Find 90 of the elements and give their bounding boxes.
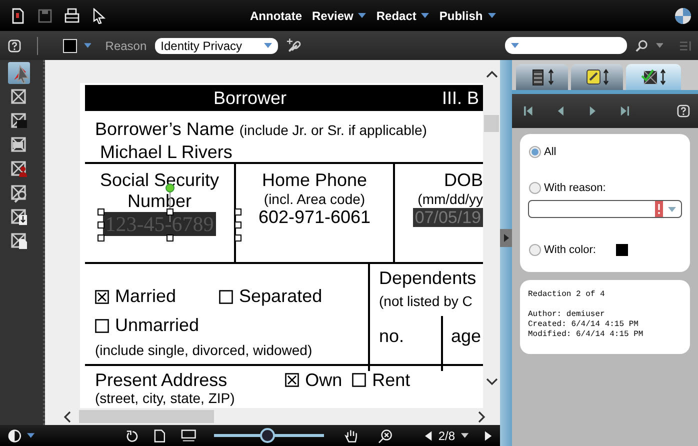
info-line: Created: 6/4/14 4:15 PM xyxy=(528,320,640,330)
checked-box-icon[interactable] xyxy=(285,373,300,387)
menu-item[interactable]: Review xyxy=(312,8,366,22)
reason-dropdown[interactable] xyxy=(528,200,682,218)
menu-item[interactable]: Redact xyxy=(376,8,430,22)
field-label: DOB xyxy=(444,170,483,191)
field-hint: (street, city, state, ZIP) xyxy=(94,391,236,406)
help-icon[interactable] xyxy=(8,38,21,52)
filter-label: With color: xyxy=(544,244,596,256)
field-value: Michael L Rivers xyxy=(100,142,232,162)
field-hint: (include single, divorced, widowed) xyxy=(95,342,314,358)
scroll-up-icon[interactable] xyxy=(486,70,498,78)
info-title: Redaction 2 of 4 xyxy=(528,290,606,300)
reason-label: Reason xyxy=(105,38,147,52)
search-icon[interactable] xyxy=(634,38,648,52)
print-icon[interactable] xyxy=(64,8,80,24)
pointer-icon[interactable] xyxy=(91,8,107,24)
field-hint: (not listed by C xyxy=(379,293,474,309)
panel-tab[interactable] xyxy=(626,64,681,90)
caret-icon[interactable] xyxy=(27,433,35,438)
panel-tab[interactable] xyxy=(516,64,568,90)
filter-label: With reason: xyxy=(544,182,606,194)
field-label: Dependents xyxy=(379,268,476,288)
zoom-clear-icon[interactable] xyxy=(378,428,394,444)
caret-icon[interactable] xyxy=(461,433,469,438)
scrollbar-thumb[interactable] xyxy=(484,114,499,132)
fit-width-icon[interactable] xyxy=(181,428,196,442)
section-title: Borrower xyxy=(213,88,287,108)
field-label: Present Address xyxy=(95,370,228,390)
hand-icon[interactable] xyxy=(344,428,359,444)
redaction-tab-icon xyxy=(638,66,668,88)
field-hint: (mm/dd/yy xyxy=(418,191,483,207)
checkbox-icon[interactable] xyxy=(95,318,109,332)
search-field[interactable] xyxy=(505,37,627,54)
filter-label: All xyxy=(544,146,556,158)
add-link-icon[interactable] xyxy=(286,36,302,54)
contrast-icon[interactable] xyxy=(8,428,22,442)
field-label: Home Phone xyxy=(262,170,368,191)
radio-button[interactable] xyxy=(528,145,542,159)
redaction-tool-icon[interactable] xyxy=(8,158,30,180)
checkbox-icon[interactable] xyxy=(219,290,234,304)
column-label: no. xyxy=(379,316,443,371)
field-value: 602-971-6061 xyxy=(258,207,371,227)
column-label: age xyxy=(450,325,482,348)
first-icon[interactable] xyxy=(524,106,534,116)
previous-page-icon[interactable] xyxy=(424,430,432,440)
scrollbar-thumb[interactable] xyxy=(79,410,214,423)
info-line: Modified: 6/4/14 4:15 PM xyxy=(528,330,644,340)
save-icon[interactable] xyxy=(37,8,53,24)
option-label: Rent xyxy=(372,370,410,390)
reason-dropdown[interactable]: Identity Privacy xyxy=(154,38,278,54)
menu-item[interactable]: Publish xyxy=(439,8,496,22)
next-page-icon[interactable] xyxy=(484,430,492,440)
previous-icon[interactable] xyxy=(557,106,565,116)
radio-button[interactable] xyxy=(528,243,542,257)
expand-panel-icon[interactable] xyxy=(500,229,512,247)
color-swatch[interactable] xyxy=(64,40,76,52)
help-icon[interactable] xyxy=(677,104,690,118)
page-icon[interactable] xyxy=(154,428,166,442)
page-number[interactable]: 2/8 xyxy=(438,428,455,442)
radio-button[interactable] xyxy=(528,181,542,195)
menu-item[interactable]: Annotate xyxy=(250,8,302,22)
pdf-file-icon[interactable] xyxy=(10,8,26,24)
caret-icon[interactable] xyxy=(488,13,496,18)
redaction-tool-icon[interactable] xyxy=(8,230,30,252)
option-label: Separated xyxy=(239,286,322,307)
option-label: Own xyxy=(305,370,342,390)
redaction-pointer-icon[interactable] xyxy=(8,62,30,84)
field-label: Borrower’s Name (include Jr. or Sr. if applicable) xyxy=(95,119,427,139)
panel-tab[interactable] xyxy=(571,64,623,90)
option-label: Unmarried xyxy=(115,315,200,336)
info-line: Author: demiuser xyxy=(528,310,606,320)
list-icon[interactable] xyxy=(679,40,692,52)
caret-icon[interactable] xyxy=(421,13,430,18)
scroll-left-icon[interactable] xyxy=(63,410,71,422)
section-number: III. B xyxy=(442,88,480,108)
scroll-down-icon[interactable] xyxy=(486,378,498,386)
redaction-tool-icon[interactable] xyxy=(8,206,30,228)
app-logo-icon xyxy=(674,6,692,24)
caret-icon[interactable] xyxy=(358,13,366,18)
next-icon[interactable] xyxy=(588,106,596,116)
checked-box-icon[interactable] xyxy=(95,290,109,304)
last-icon[interactable] xyxy=(620,106,630,116)
option-label: Married xyxy=(115,286,176,307)
checkbox-icon[interactable] xyxy=(352,373,366,387)
field-hint: (incl. Area code) xyxy=(264,191,366,207)
rotate-icon[interactable] xyxy=(124,428,138,442)
scroll-right-icon[interactable] xyxy=(478,410,486,422)
field-label: Social Security Number xyxy=(98,170,220,212)
color-swatch[interactable] xyxy=(616,244,628,256)
